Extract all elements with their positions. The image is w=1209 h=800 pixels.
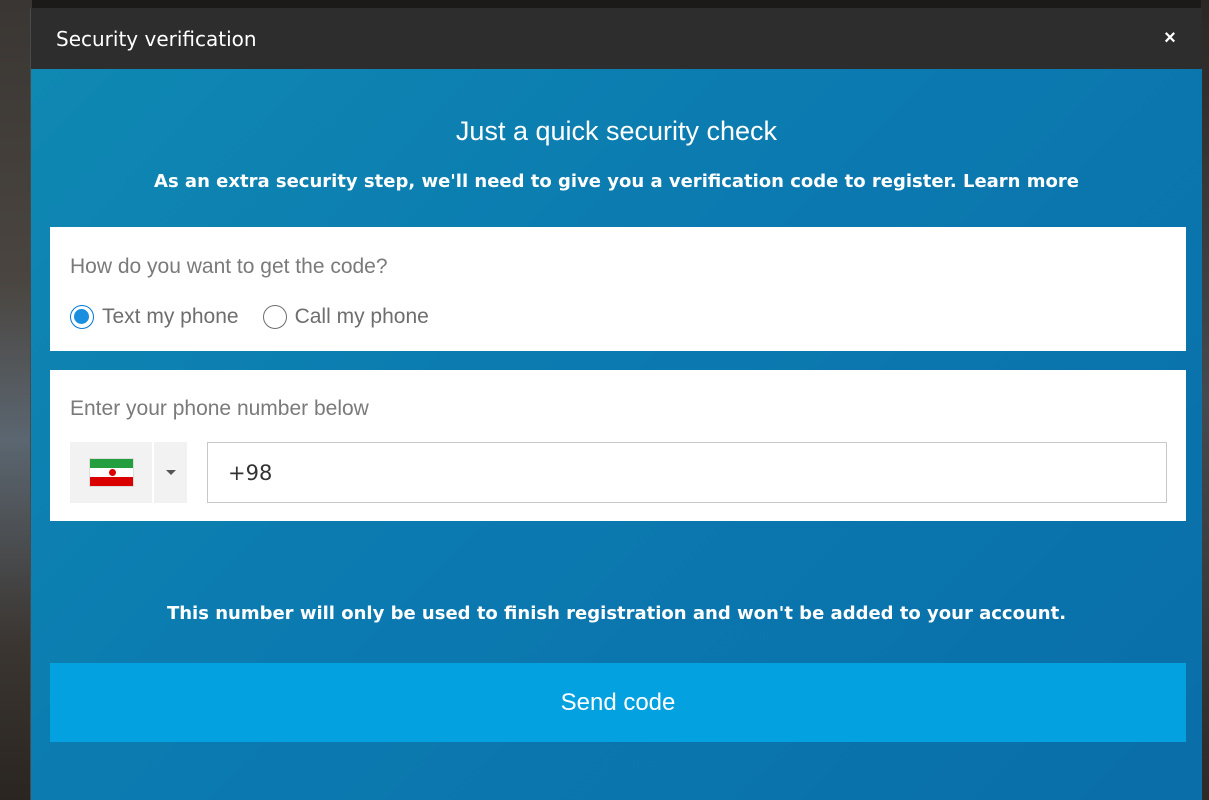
security-verification-dialog: Security verification × Just a quick sec… — [30, 8, 1202, 800]
dialog-titlebar: Security verification × — [31, 8, 1202, 69]
call-my-phone-label[interactable]: Call my phone — [295, 305, 429, 329]
background-top — [0, 0, 1209, 8]
caret-down-icon[interactable] — [165, 470, 176, 475]
send-code-button[interactable]: Send code — [50, 663, 1186, 742]
subtitle: As an extra security step, we'll need to… — [31, 171, 1202, 192]
text-my-phone-label[interactable]: Text my phone — [102, 305, 239, 329]
phone-number-label: Enter your phone number below — [70, 397, 369, 420]
learn-more-link[interactable]: Learn more — [963, 171, 1079, 192]
flag-box[interactable] — [70, 442, 152, 503]
iran-flag-icon[interactable] — [88, 458, 134, 487]
code-method-panel: How do you want to get the code? Text my… — [50, 227, 1186, 351]
code-method-options: Text my phone Call my phone — [70, 305, 453, 329]
dialog-body: Just a quick security check As an extra … — [31, 69, 1202, 800]
page-title: Just a quick security check — [455, 116, 778, 146]
call-my-phone-option[interactable]: Call my phone — [262, 305, 429, 329]
close-icon[interactable]: × — [1158, 27, 1182, 50]
call-my-phone-radio[interactable] — [262, 305, 287, 329]
text-my-phone-radio[interactable] — [70, 305, 94, 329]
subtitle-text: As an extra security step, we'll need to… — [154, 171, 957, 192]
country-dropdown-toggle[interactable] — [152, 442, 187, 503]
code-method-label: How do you want to get the code? — [70, 255, 388, 278]
registration-note: This number will only be used to finish … — [166, 603, 1067, 624]
phone-number-input[interactable] — [207, 442, 1167, 503]
dialog-title: Security verification — [56, 26, 257, 51]
phone-number-panel: Enter your phone number below — [50, 370, 1186, 521]
background-left — [0, 0, 32, 800]
text-my-phone-option[interactable]: Text my phone — [70, 305, 239, 329]
background-right — [1201, 0, 1209, 800]
country-code-select[interactable] — [70, 442, 187, 503]
